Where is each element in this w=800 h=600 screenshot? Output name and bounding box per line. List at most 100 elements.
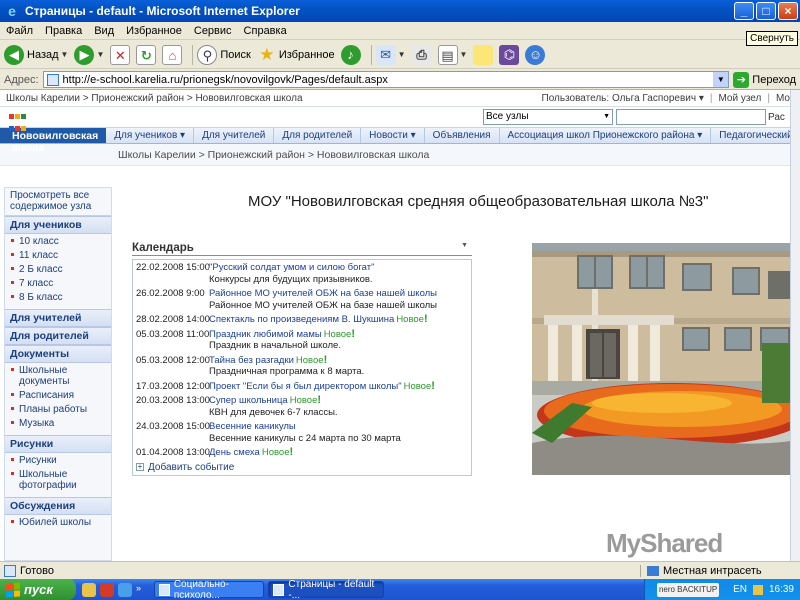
event-title-link[interactable]: День смеха: [209, 447, 260, 458]
menu-edit[interactable]: Правка: [45, 25, 82, 37]
maximize-button[interactable]: □: [756, 2, 776, 20]
nav-news[interactable]: Новости ▾: [361, 128, 425, 143]
event-body: Праздник любимой мамы Новое! Праздник в на…: [209, 328, 468, 352]
quicklaunch-icon[interactable]: [82, 582, 96, 597]
home-button[interactable]: ⌂: [162, 44, 183, 65]
menu-file[interactable]: Файл: [6, 25, 33, 37]
media-button[interactable]: ♪: [340, 44, 361, 65]
nav-link-school-photos[interactable]: Школьные фотографии: [5, 467, 111, 492]
search-button[interactable]: ⚲ Поиск: [197, 44, 251, 65]
favorites-button[interactable]: ★ Избранное: [257, 45, 334, 65]
edit-button[interactable]: ▤ ▼: [437, 44, 468, 65]
vertical-scrollbar[interactable]: [790, 90, 800, 561]
chevron-down-icon[interactable]: ▼: [96, 50, 104, 59]
page-breadcrumb[interactable]: Школы Карелии > Прионежский район > Ново…: [0, 144, 790, 166]
taskbar-item-1[interactable]: Социально-психоло...: [154, 579, 264, 600]
start-button[interactable]: пуск: [0, 579, 76, 600]
event-title-link[interactable]: Спектакль по произведениям В. Шукшина: [209, 314, 394, 325]
nav-association[interactable]: Ассоциация школ Прионежского района ▾: [500, 128, 712, 143]
nav-pedagogical-council[interactable]: Педагогический совет: [711, 128, 790, 143]
calendar-webpart: Календарь ▼ 22.02.2008 15:00 "Русский сол…: [132, 242, 472, 476]
chevron-down-icon[interactable]: ▼: [61, 50, 69, 59]
search-input[interactable]: [616, 109, 766, 125]
quicklaunch-icon[interactable]: [100, 582, 114, 597]
nav-header-teachers[interactable]: Для учителей: [5, 309, 111, 327]
address-input[interactable]: http://e-school.karelia.ru/prionegsk/nov…: [42, 71, 730, 88]
nav-link-class-2b[interactable]: 2 Б класс: [5, 262, 111, 276]
window-icon: [159, 583, 170, 596]
user-menu[interactable]: Пользователь: Ольга Гаспоревич ▾: [542, 93, 704, 104]
menu-view[interactable]: Вид: [94, 25, 114, 37]
close-button[interactable]: ×: [778, 2, 798, 20]
search-scope-select[interactable]: Все узлы ▼: [483, 109, 613, 125]
nav-link-work-plans[interactable]: Планы работы: [5, 402, 111, 416]
quicklaunch-icon[interactable]: [118, 582, 132, 597]
menu-tools[interactable]: Сервис: [194, 25, 232, 37]
add-event-link[interactable]: + Добавить событие: [136, 462, 468, 473]
nav-link-class-7[interactable]: 7 класс: [5, 276, 111, 290]
nero-backitup-icon[interactable]: nero BACKITUP: [657, 582, 720, 597]
taskbar-item-2[interactable]: Страницы - default -...: [268, 579, 384, 600]
nav-link-class-8b[interactable]: 8 Б класс: [5, 290, 111, 304]
event-title-link[interactable]: Районное МО учителей ОБЖ на базе нашей ш…: [209, 288, 437, 299]
event-date: 17.03.2008 12:00: [136, 380, 210, 392]
new-badge: Новое!: [296, 354, 327, 366]
nav-link-class-11[interactable]: 11 класс: [5, 248, 111, 262]
nav-teachers[interactable]: Для учителей: [194, 128, 275, 143]
mail-button[interactable]: ✉ ▼: [375, 44, 406, 65]
chevron-down-icon[interactable]: ▼: [460, 50, 468, 59]
refresh-button[interactable]: ↻: [136, 44, 157, 65]
tray-icon[interactable]: [752, 584, 763, 595]
messenger-button[interactable]: ☺: [525, 44, 546, 65]
nav-link-school-documents[interactable]: Школьные документы: [5, 363, 111, 388]
chevron-right-icon[interactable]: »: [136, 583, 146, 597]
nav-announcements[interactable]: Объявления: [425, 128, 500, 143]
event-body: День смеха Новое!: [209, 446, 468, 459]
print-button[interactable]: ⎙: [411, 44, 432, 65]
more-link[interactable]: Мо: [776, 93, 790, 104]
event-title-link[interactable]: Праздник любимой мамы: [209, 329, 322, 340]
event-title-link[interactable]: "Русский солдат умом и силою богат": [209, 262, 374, 273]
event-title-link[interactable]: Тайна без разгадки: [209, 355, 294, 366]
event-title-link[interactable]: Супер школьница: [209, 395, 288, 406]
stop-button[interactable]: ✕: [110, 44, 131, 65]
menu-help[interactable]: Справка: [244, 25, 287, 37]
nav-link-pictures[interactable]: Рисунки: [5, 453, 111, 467]
nav-header-discussions[interactable]: Обсуждения: [5, 497, 111, 515]
forward-button[interactable]: ▶ ▼: [74, 44, 104, 65]
chevron-down-icon[interactable]: ▼: [713, 72, 729, 87]
stop-icon: ✕: [110, 44, 131, 65]
site-breadcrumb[interactable]: Школы Карелии > Прионежский район > Ново…: [6, 93, 542, 104]
nav-link-school-anniversary[interactable]: Юбилей школы: [5, 515, 111, 529]
nav-students[interactable]: Для учеников ▾: [106, 128, 195, 143]
research-button[interactable]: ⌬: [499, 44, 520, 65]
nav-header-parents[interactable]: Для родителей: [5, 327, 111, 345]
nav-link-music[interactable]: Музыка: [5, 416, 111, 430]
calendar-title[interactable]: Календарь: [132, 242, 194, 254]
nav-link-class-10[interactable]: 10 класс: [5, 234, 111, 248]
minimize-button[interactable]: _: [734, 2, 754, 20]
nav-header-pictures[interactable]: Рисунки: [5, 435, 111, 453]
event-title-link[interactable]: Весенние каникулы: [209, 421, 296, 432]
nav-header-students[interactable]: Для учеников: [5, 216, 111, 234]
nav-parents[interactable]: Для родителей: [274, 128, 362, 143]
go-button[interactable]: ➔ Переход: [733, 71, 796, 88]
search-submit-button[interactable]: Рас: [768, 112, 790, 123]
refresh-icon: ↻: [136, 44, 157, 65]
status-text: Готово: [20, 564, 54, 577]
nav-link-schedules[interactable]: Расписания: [5, 388, 111, 402]
start-label: пуск: [24, 582, 53, 597]
calendar-header: Календарь ▼: [132, 242, 472, 256]
view-all-content-link[interactable]: Просмотреть все содержимое узла: [5, 188, 111, 216]
my-site-link[interactable]: Мой узел: [718, 93, 761, 104]
chevron-down-icon[interactable]: ▼: [398, 50, 406, 59]
back-button[interactable]: ◀ Назад ▼: [4, 44, 69, 65]
event-title-link[interactable]: Проект "Если бы я был директором школы": [209, 381, 402, 392]
chevron-down-icon[interactable]: ▼: [461, 242, 472, 254]
new-badge-label: Новое: [403, 380, 432, 392]
exclamation-icon: !: [423, 313, 428, 325]
nav-header-documents[interactable]: Документы: [5, 345, 111, 363]
language-indicator[interactable]: EN: [733, 584, 747, 595]
notes-button[interactable]: [473, 44, 494, 65]
menu-favorites[interactable]: Избранное: [126, 25, 182, 37]
